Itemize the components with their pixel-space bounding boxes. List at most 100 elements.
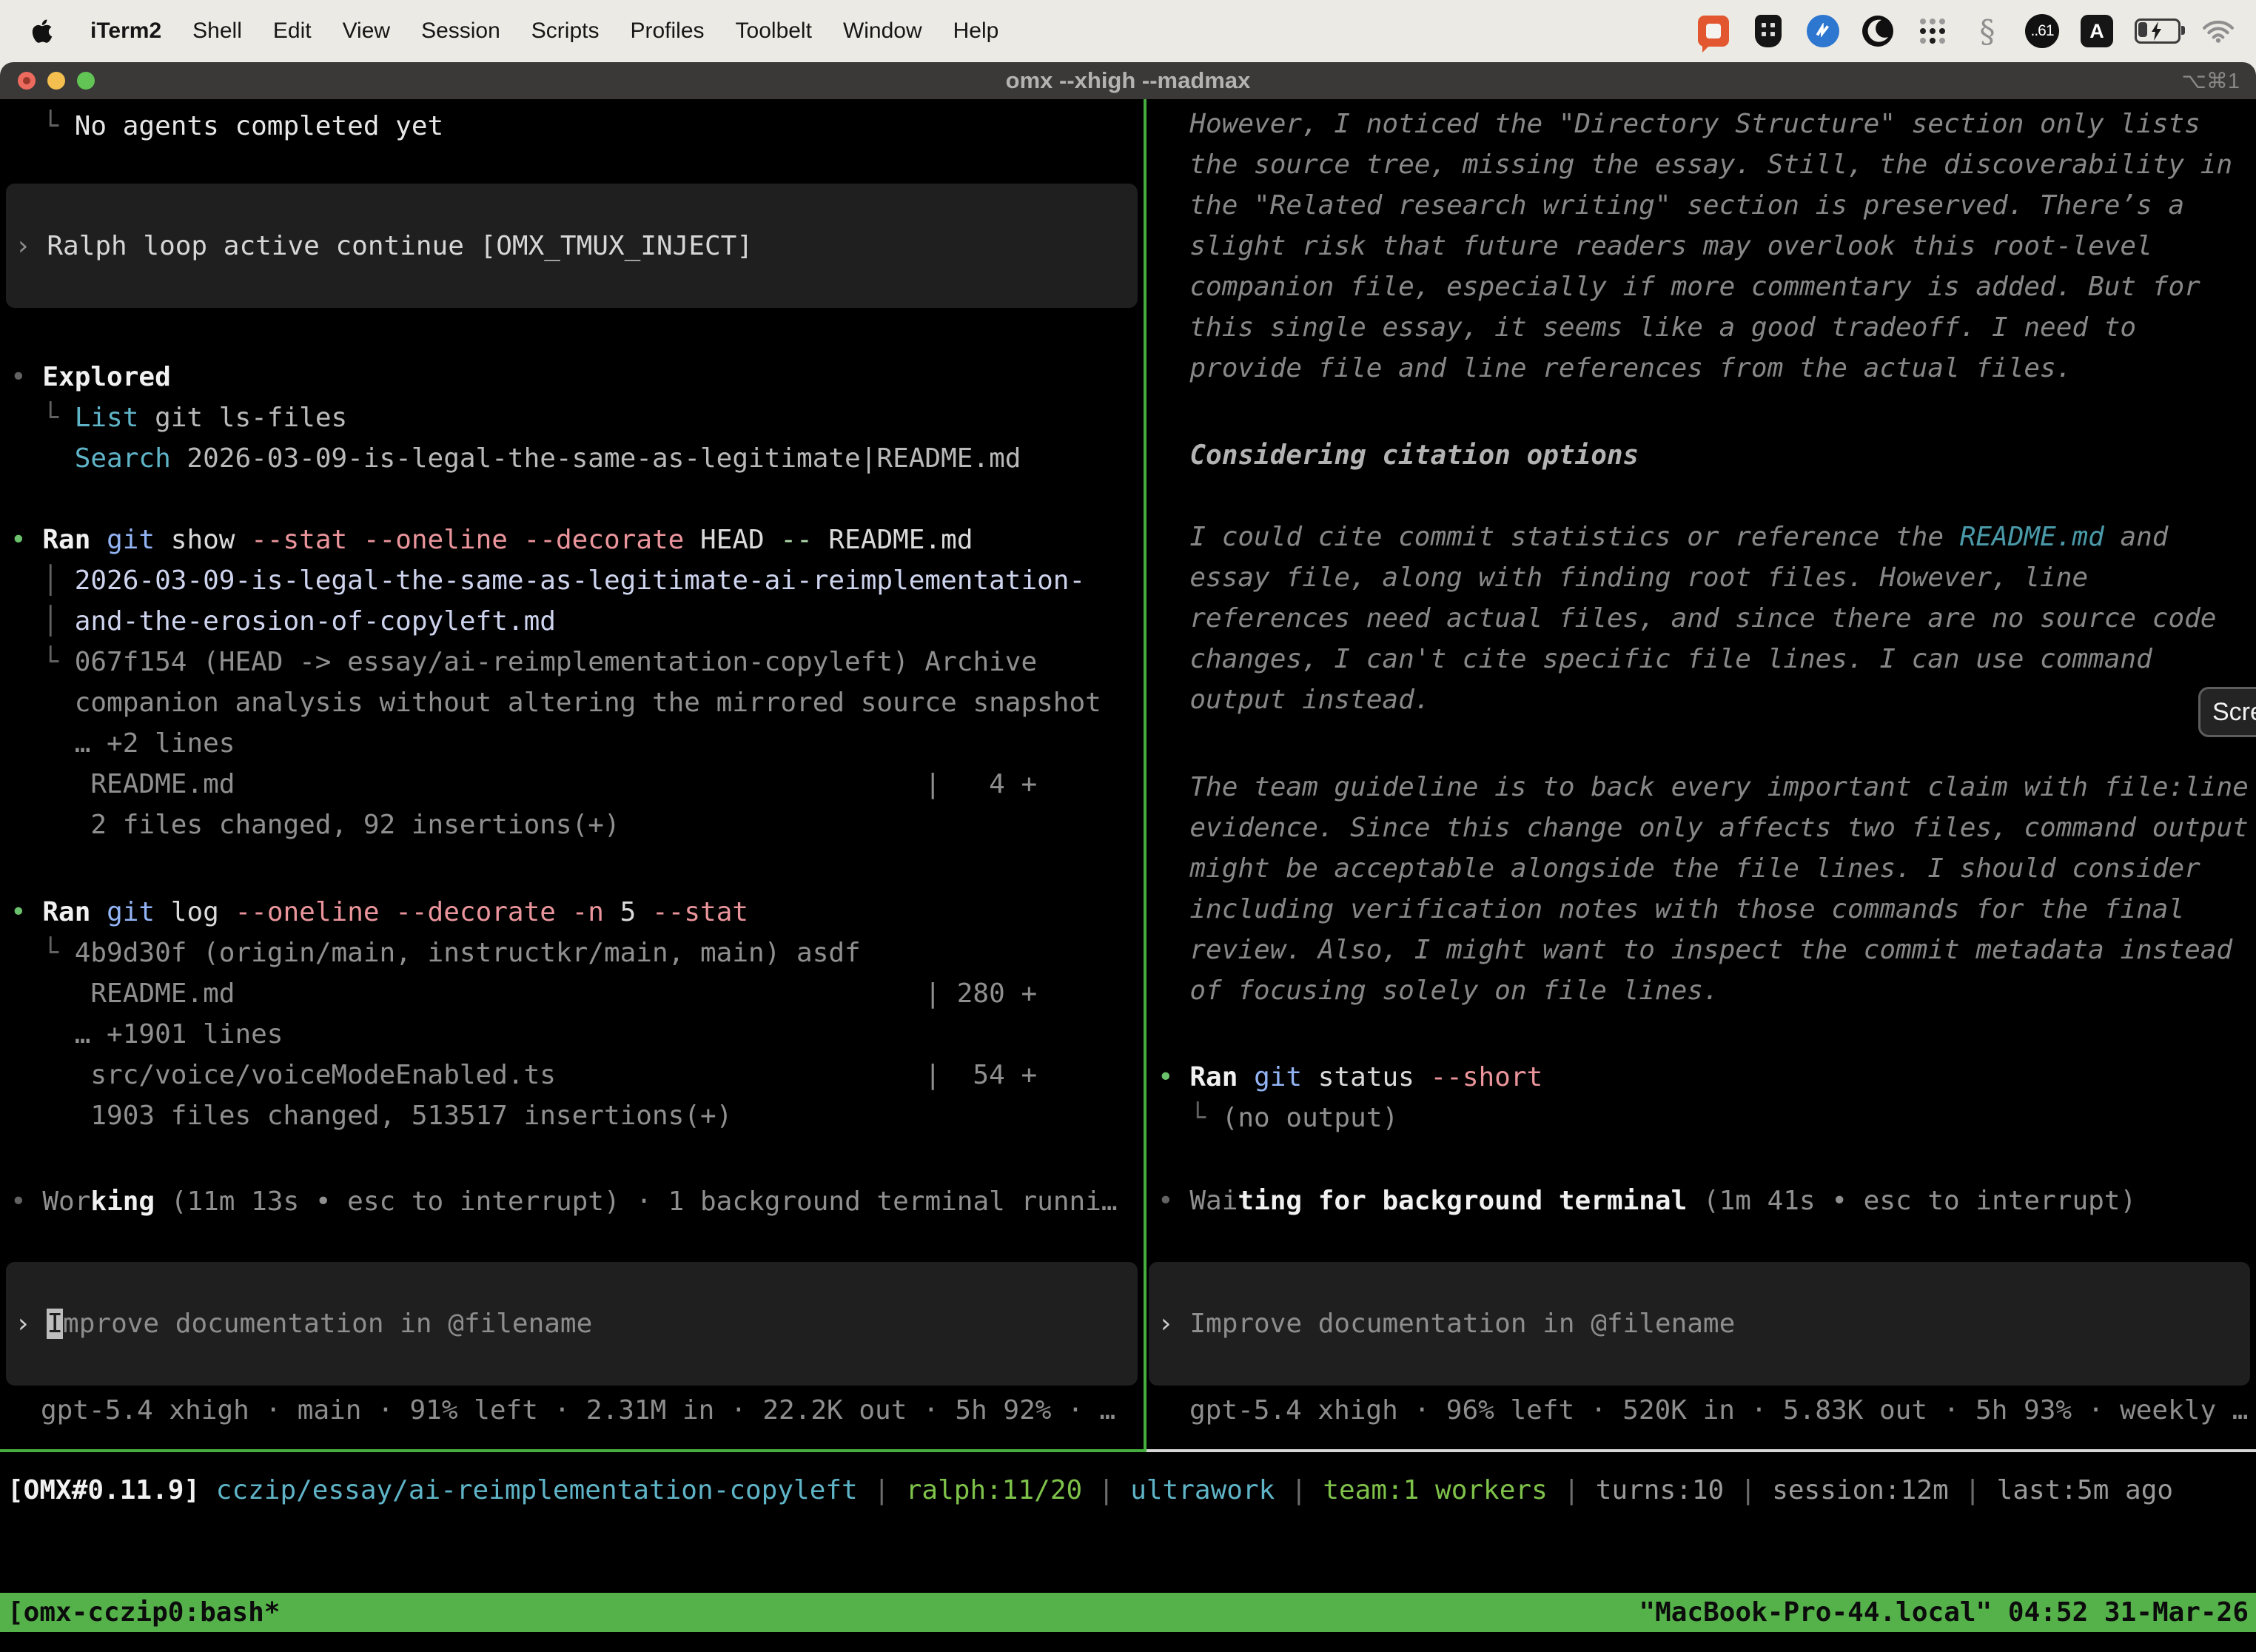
- terminal-line: • Ran git status --short: [1149, 1057, 2256, 1098]
- terminal-line: • Ran git log --oneline --decorate -n 5 …: [0, 892, 1144, 933]
- terminal-line: └ List git ls-files: [0, 397, 1144, 438]
- menu-bar-left: iTerm2 Shell Edit View Session Scripts Profile…: [0, 13, 998, 50]
- terminal-line: … +1901 lines: [0, 1014, 1144, 1055]
- window-title: omx --xhigh --madmax: [0, 67, 2256, 94]
- prompt-input-left[interactable]: › Improve documentation in @filename: [6, 1262, 1138, 1386]
- terminal-line: 2 files changed, 92 insertions(+): [0, 805, 1144, 845]
- terminal-line: this single essay, it seems like a good …: [1149, 307, 2256, 348]
- menu-item[interactable]: View: [343, 19, 390, 44]
- terminal-line: [0, 1136, 1144, 1181]
- title-bar-backdrop: omx --xhigh --madmax ⌥⌘1: [0, 62, 2256, 99]
- prompt-text-right: › Improve documentation in @filename: [1149, 1303, 1735, 1344]
- pane-border-bottom-right: [1147, 1449, 2256, 1452]
- terminal-line: src/voice/voiceModeEnabled.ts | 54 +: [0, 1055, 1144, 1095]
- screen: iTerm2 Shell Edit View Session Scripts Profile…: [0, 0, 2256, 1652]
- camera-countdown-icon[interactable]: ..61: [2025, 13, 2059, 50]
- injected-command: › Ralph loop active continue [OMX_TMUX_I…: [6, 226, 753, 266]
- session-status-left: gpt-5.4 xhigh · main · 91% left · 2.31M …: [0, 1390, 1144, 1431]
- tmux-pane-left: └ No agents completed yet › Ralph loop a…: [0, 99, 1144, 1456]
- agent-log-top: └ No agents completed yet: [0, 106, 1144, 147]
- dots-grid-icon[interactable]: [1916, 13, 1950, 50]
- tmux-pane-right: However, I noticed the "Directory Struct…: [1149, 99, 2256, 1454]
- terminal-line: • Explored: [0, 357, 1144, 397]
- agent-log-right: However, I noticed the "Directory Struct…: [1149, 104, 2256, 1221]
- terminal-line: README.md | 4 +: [0, 764, 1144, 805]
- tmux-status-bar: [omx-cczip0:bash* "MacBook-Pro-44.local"…: [0, 1593, 2256, 1632]
- terminal-line: Search 2026-03-09-is-legal-the-same-as-l…: [0, 438, 1144, 479]
- terminal-line: However, I noticed the "Directory Struct…: [1149, 104, 2256, 144]
- terminal-line: • Working (11m 13s • esc to interrupt) ·…: [0, 1181, 1144, 1222]
- terminal-line: including verification notes with those …: [1149, 889, 2256, 930]
- terminal-line: references need actual files, and since …: [1149, 598, 2256, 639]
- terminal: └ No agents completed yet › Ralph loop a…: [0, 99, 2256, 1652]
- terminal-line: might be acceptable alongside the file l…: [1149, 848, 2256, 889]
- terminal-line: changes, I can't cite specific file line…: [1149, 639, 2256, 679]
- menu-item[interactable]: Window: [843, 19, 922, 44]
- terminal-line: └ 067f154 (HEAD -> essay/ai-reimplementa…: [0, 642, 1144, 682]
- terminal-line: of focusing solely on file lines.: [1149, 970, 2256, 1011]
- terminal-line: [0, 479, 1144, 520]
- menu-bar-status: § ..61 A: [1696, 13, 2256, 50]
- input-source-icon[interactable]: A: [2080, 13, 2114, 50]
- terminal-line: the "Related research writing" section i…: [1149, 185, 2256, 226]
- terminal-line: slight risk that future readers may over…: [1149, 226, 2256, 266]
- menu-item[interactable]: Edit: [273, 19, 312, 44]
- terminal-line: the source tree, missing the essay. Stil…: [1149, 144, 2256, 185]
- terminal-line: companion file, especially if more comme…: [1149, 266, 2256, 307]
- terminal-line: Considering citation options: [1149, 435, 2256, 476]
- pane-border-bottom-left: [0, 1449, 1147, 1452]
- terminal-line: └ No agents completed yet: [0, 106, 1144, 147]
- sync-badge-icon[interactable]: [1806, 13, 1840, 50]
- menu-item[interactable]: Session: [421, 19, 500, 44]
- terminal-line: [1149, 720, 2256, 767]
- screen-share-overlay-button[interactable]: Scre: [2198, 687, 2256, 737]
- terminal-line: review. Also, I might want to inspect th…: [1149, 930, 2256, 970]
- terminal-line: [1149, 389, 2256, 435]
- terminal-line: essay file, along with finding root file…: [1149, 557, 2256, 598]
- menu-bar: iTerm2 Shell Edit View Session Scripts Profile…: [0, 0, 2256, 62]
- apple-icon[interactable]: [25, 13, 59, 50]
- terminal-line: companion analysis without altering the …: [0, 682, 1144, 723]
- menu-item[interactable]: Help: [953, 19, 999, 44]
- terminal-line: evidence. Since this change only affects…: [1149, 807, 2256, 848]
- menu-item[interactable]: iTerm2: [90, 19, 161, 44]
- menu-items: iTerm2 Shell Edit View Session Scripts Profile…: [90, 19, 998, 44]
- wifi-icon[interactable]: [2201, 13, 2235, 50]
- terminal-line: [1149, 476, 2256, 517]
- terminal-line: output instead.: [1149, 679, 2256, 720]
- terminal-line: provide file and line references from th…: [1149, 348, 2256, 389]
- prompt-input-right[interactable]: › Improve documentation in @filename: [1149, 1262, 2250, 1386]
- squiggle-icon[interactable]: §: [1970, 13, 2004, 50]
- terminal-line: [0, 845, 1144, 892]
- injected-command-box[interactable]: › Ralph loop active continue [OMX_TMUX_I…: [6, 184, 1138, 308]
- terminal-line: The team guideline is to back every impo…: [1149, 767, 2256, 807]
- agent-log: • Explored └ List git ls-files Search 20…: [0, 357, 1144, 1222]
- tmux-host-clock: "MacBook-Pro-44.local" 04:52 31-Mar-26: [1639, 1597, 2249, 1628]
- terminal-line: README.md | 280 +: [0, 973, 1144, 1014]
- prompt-text-left: › Improve documentation in @filename: [6, 1303, 592, 1344]
- screen-share-overlay-label: Scre: [2212, 698, 2256, 727]
- menu-item[interactable]: Scripts: [531, 19, 600, 44]
- chat-app-icon[interactable]: [1696, 13, 1730, 50]
- terminal-line: │ and-the-erosion-of-copyleft.md: [0, 601, 1144, 642]
- pane-divider-vertical[interactable]: [1144, 99, 1147, 1452]
- terminal-line: └ (no output): [1149, 1098, 2256, 1138]
- terminal-line: [1149, 1138, 2256, 1181]
- menu-item[interactable]: Profiles: [630, 19, 704, 44]
- tab-shortcut-label: ⌥⌘1: [2181, 68, 2240, 94]
- battery-icon[interactable]: [2135, 13, 2181, 50]
- tmux-session-label: [omx-cczip0:bash*: [7, 1597, 280, 1628]
- shield-grid-icon[interactable]: [1751, 13, 1785, 50]
- terminal-line: … +2 lines: [0, 723, 1144, 764]
- title-bar: omx --xhigh --madmax ⌥⌘1: [0, 62, 2256, 99]
- menu-item[interactable]: Shell: [192, 19, 242, 44]
- terminal-line: I could cite commit statistics or refere…: [1149, 517, 2256, 557]
- terminal-line: • Ran git show --stat --oneline --decora…: [0, 520, 1144, 560]
- terminal-line: [1149, 1011, 2256, 1057]
- terminal-line: 1903 files changed, 513517 insertions(+): [0, 1095, 1144, 1136]
- terminal-line: │ 2026-03-09-is-legal-the-same-as-legiti…: [0, 560, 1144, 601]
- moon-circle-icon[interactable]: [1861, 13, 1895, 50]
- terminal-line: └ 4b9d30f (origin/main, instructkr/main,…: [0, 933, 1144, 973]
- menu-item[interactable]: Toolbelt: [736, 19, 812, 44]
- omx-status-bar: [OMX#0.11.9] cczip/essay/ai-reimplementa…: [0, 1470, 2256, 1511]
